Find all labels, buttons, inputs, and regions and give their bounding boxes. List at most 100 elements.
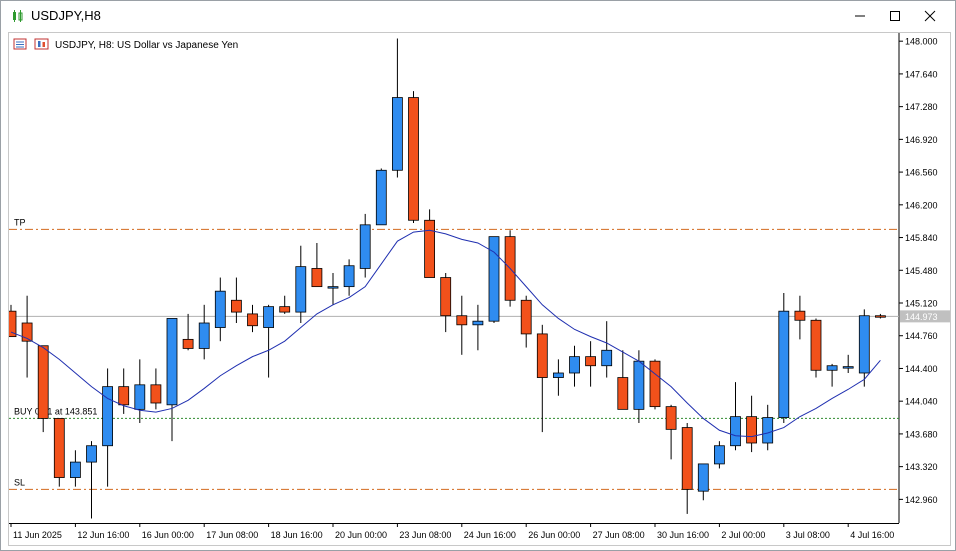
candle: [408, 91, 419, 223]
bear-candle-body: [746, 416, 757, 444]
bull-candle-body: [70, 461, 81, 478]
bear-candle-body: [230, 299, 242, 313]
close-icon: [924, 10, 936, 22]
bull-candle-body: [714, 445, 725, 465]
price-tick-label: 144.400: [905, 364, 938, 374]
time-tick-label: 23 Jun 08:00: [399, 530, 451, 540]
time-tick-label: 18 Jun 16:00: [271, 530, 323, 540]
bull-candle-body: [198, 322, 210, 349]
candlestick-app-icon: [13, 10, 23, 22]
candle: [247, 304, 258, 333]
price-tick-label: 145.480: [905, 266, 938, 276]
time-tick-label: 27 Jun 08:00: [593, 530, 645, 540]
candle: [617, 350, 629, 410]
time-tick-label: 20 Jun 00:00: [335, 530, 387, 540]
candle: [536, 324, 548, 433]
time-tick-label: 2 Jul 00:00: [721, 530, 765, 540]
bear-candle-body: [585, 356, 596, 367]
price-tick-label: 142.960: [905, 495, 938, 505]
candle: [472, 304, 484, 351]
candle: [198, 304, 210, 360]
bear-candle-body: [456, 315, 468, 326]
candle: [714, 441, 725, 469]
bear-candle-body: [520, 299, 532, 335]
candle: [681, 423, 693, 514]
time-tick-label: 24 Jun 16:00: [464, 530, 516, 540]
price-tick-label: 144.040: [905, 397, 938, 407]
candle: [424, 209, 436, 278]
bear-candle-body: [665, 406, 677, 430]
candle: [70, 450, 81, 487]
time-tick-label: 3 Jul 08:00: [786, 530, 830, 540]
maximize-button[interactable]: [878, 1, 912, 31]
candle: [520, 295, 532, 348]
candle: [391, 38, 403, 178]
bull-candle-body: [359, 224, 371, 269]
candle: [375, 168, 387, 226]
price-tick-label: 145.840: [905, 233, 938, 243]
candle: [794, 295, 806, 340]
bull-candle-body: [295, 266, 307, 313]
bull-candle-body: [601, 349, 613, 367]
bear-candle-body: [37, 345, 49, 419]
trade-chart-icon: [34, 38, 49, 50]
bear-candle-body: [794, 310, 806, 321]
time-tick-label: 30 Jun 16:00: [657, 530, 709, 540]
candle: [53, 418, 65, 487]
bull-candle-body: [858, 315, 870, 374]
candle: [778, 293, 790, 423]
time-tick-label: 12 Jun 16:00: [77, 530, 129, 540]
bear-candle-body: [810, 319, 822, 371]
candle: [359, 213, 371, 278]
candle: [810, 318, 822, 378]
candle: [440, 273, 452, 333]
time-tick-label: 11 Jun 2025: [13, 530, 62, 540]
chart-area[interactable]: USDJPY, H8: US Dollar vs Japanese Yen 14…: [5, 32, 951, 546]
order-levels: 144.973 TP BUY 0.01 at 143.851 SL: [9, 217, 950, 490]
bull-candle-body: [762, 417, 774, 444]
candle: [327, 273, 339, 305]
price-tick-label: 146.920: [905, 135, 938, 145]
price-tick-label: 148.000: [905, 37, 938, 47]
bull-candle-body: [730, 416, 741, 447]
sl-level-label: SL: [14, 477, 25, 487]
candle: [5, 304, 17, 338]
candle: [311, 243, 323, 288]
close-button[interactable]: [913, 1, 947, 31]
bear-candle-body: [182, 338, 194, 349]
candle: [86, 441, 97, 519]
bear-candle-body: [408, 97, 419, 221]
price-tick-label: 144.760: [905, 331, 938, 341]
list-icon: [13, 38, 27, 50]
candlestick-chart[interactable]: USDJPY, H8: US Dollar vs Japanese Yen 14…: [5, 33, 950, 545]
minimize-button[interactable]: [843, 1, 877, 31]
bear-candle-body: [118, 386, 130, 406]
bull-candle-body: [343, 265, 355, 288]
title-bar[interactable]: USDJPY,H8: [1, 1, 955, 31]
bull-candle-body: [375, 169, 387, 226]
bear-candle-body: [440, 277, 452, 317]
bull-candle-body: [327, 286, 339, 289]
candle: [875, 313, 886, 319]
bear-candle-body: [311, 268, 323, 288]
bull-candle-body: [86, 445, 97, 463]
time-tick-label: 26 Jun 00:00: [528, 530, 580, 540]
candle: [553, 359, 564, 396]
candle: [102, 368, 113, 487]
bear-candle-body: [617, 377, 629, 410]
candle: [37, 345, 49, 433]
price-tick-label: 147.640: [905, 69, 938, 79]
buy-level-label: BUY 0.01 at 143.851: [14, 406, 97, 416]
candle: [295, 245, 307, 323]
chart-window: USDJPY,H8 USDJPY, H8: US Dollar vs Japan…: [0, 0, 956, 551]
time-tick-label: 4 Jul 16:00: [850, 530, 894, 540]
price-tick-label: 143.320: [905, 462, 938, 472]
bull-candle-body: [553, 372, 564, 378]
bull-candle-body: [134, 384, 146, 410]
tp-level-label: TP: [14, 217, 26, 227]
maximize-icon: [890, 11, 900, 21]
candle: [150, 368, 162, 410]
bull-candle-body: [778, 310, 790, 418]
candle: [166, 318, 178, 442]
candle: [649, 359, 661, 410]
